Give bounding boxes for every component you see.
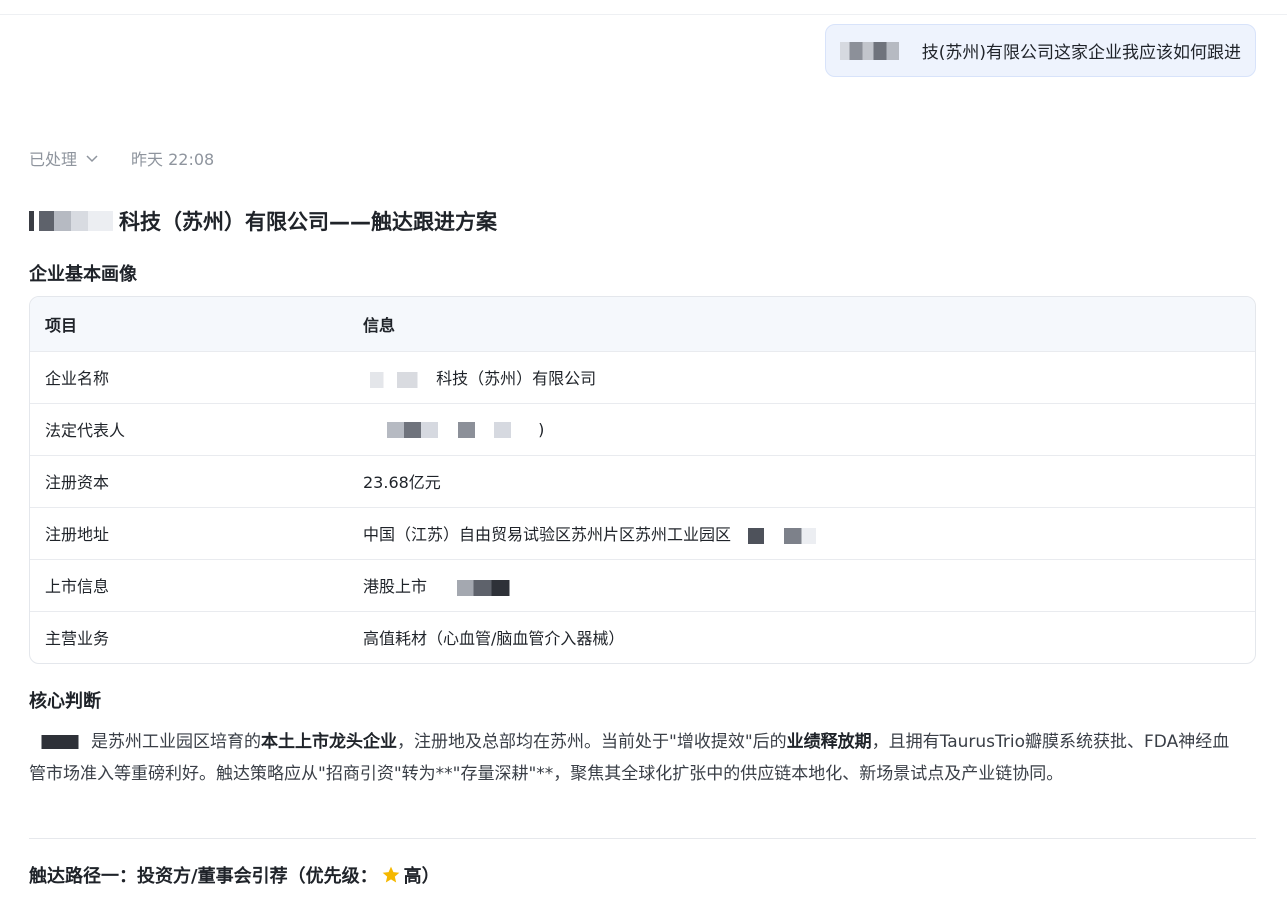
row-label: 主营业务 [45,629,110,649]
redacted-text [29,211,113,231]
star-icon [382,866,399,883]
table-row: 注册地址 中国（江苏）自由贸易试验区苏州片区苏州工业园区 [30,507,1255,560]
table-row: 注册资本 23.68亿元 [30,455,1255,508]
table-row: 企业名称 科技（苏州）有限公司 [30,351,1255,404]
table-header-row: 项目 信息 [30,297,1255,352]
redacted-text [363,371,431,388]
judgment-heading: 核心判断 [29,691,101,712]
message-time: 昨天 22:08 [131,150,215,169]
table-row: 主营业务 高值耗材（心血管/脑血管介入器械） [30,611,1255,663]
redacted-text [29,735,91,749]
table-header: 项目 [30,297,348,352]
top-divider [0,14,1287,15]
judgment-text: ，注册地及总部均在苏州。当前处于"增收提效"后的 [397,732,787,752]
redacted-text [839,41,920,60]
status-label: 已处理 [29,150,78,169]
row-value: 高值耗材（心血管/脑血管介入器械） [363,629,625,649]
row-label: 企业名称 [30,351,348,404]
row-value: 23.68亿元 [348,455,1255,508]
row-value: 科技（苏州）有限公司 [436,369,597,388]
redacted-text [432,579,523,596]
table-row: 上市信息 港股上市 [30,559,1255,612]
profile-table: 项目 信息 企业名称 科技（苏州）有限公司 法定代表人 ) 注册资本 23.68… [29,296,1256,664]
row-label: 注册地址 [30,507,348,560]
judgment-paragraph: 是苏州工业园区培育的本土上市龙头企业，注册地及总部均在苏州。当前处于"增收提效"… [29,726,1239,790]
chevron-down-icon [86,155,98,163]
judgment-bold: 业绩释放期 [786,732,872,752]
route-level: 高 [403,866,422,887]
row-label: 上市信息 [30,559,348,612]
row-value-cell: 港股上市 [348,559,1255,612]
user-message-text: 技(苏州)有限公司这家企业我应该如何跟进 [921,43,1241,63]
redacted-text [363,422,533,438]
message-meta: 已处理 昨天 22:08 [29,146,214,170]
redacted-text [736,527,817,544]
profile-heading: 企业基本画像 [29,264,137,285]
table-header: 信息 [348,297,1255,352]
row-value: 中国（江苏）自由贸易试验区苏州片区苏州工业园区 [363,525,732,544]
row-value-cell: ) [348,403,1255,456]
judgment-text: 是苏州工业园区培育的 [91,732,261,752]
route-prefix: 触达路径一：投资方/董事会引荐（优先级： [29,866,378,887]
table-row: 法定代表人 ) [30,403,1255,456]
judgment-bold: 本土上市龙头企业 [261,732,397,752]
page-title: 科技（苏州）有限公司——触达跟进方案 [29,206,497,236]
title-text: 科技（苏州）有限公司——触达跟进方案 [119,210,497,234]
route-heading: 触达路径一：投资方/董事会引荐（优先级： 高 ） [29,862,440,888]
row-value-cell: 科技（苏州）有限公司 [348,351,1255,404]
row-value: 港股上市 [363,577,428,596]
user-message-bubble: 技(苏州)有限公司这家企业我应该如何跟进 [824,24,1256,77]
route-suffix: ） [421,866,440,887]
row-label: 法定代表人 [30,403,348,456]
status-toggle[interactable]: 已处理 [29,146,99,170]
row-label: 注册资本 [30,455,348,508]
row-value: ) [538,419,545,439]
section-divider [29,838,1256,839]
row-value-cell: 中国（江苏）自由贸易试验区苏州片区苏州工业园区 [348,507,1255,560]
